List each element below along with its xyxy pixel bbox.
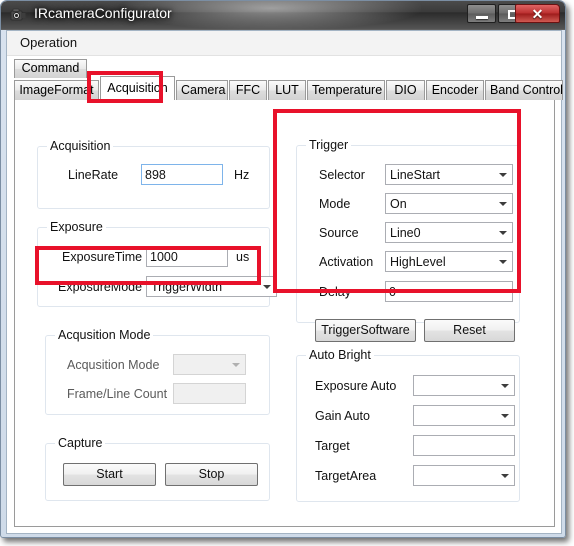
target-area-label: TargetArea (315, 469, 377, 483)
exposuremode-value: TriggerWidth (151, 280, 223, 294)
menu-item-operation[interactable]: Operation (20, 35, 77, 50)
trigger-source-value: Line0 (390, 226, 421, 240)
trigger-selector-combobox[interactable]: LineStart (385, 164, 513, 185)
minimize-button[interactable] (467, 4, 496, 23)
trigger-software-button[interactable]: TriggerSoftware (315, 319, 416, 342)
tab-command[interactable]: Command (14, 59, 87, 78)
trigger-delay-input[interactable]: 0 (385, 281, 513, 302)
tab-acquisition[interactable]: Acquisition (100, 76, 175, 100)
menu-bar: Operation (7, 31, 561, 56)
exposuretime-input[interactable]: 1000 (146, 246, 228, 267)
acquisition-mode-combobox[interactable] (173, 354, 246, 375)
chevron-down-icon (499, 173, 507, 177)
exposure-auto-label: Exposure Auto (315, 379, 397, 393)
linerate-label: LineRate (68, 168, 119, 182)
target-area-combobox[interactable] (413, 465, 515, 486)
frame-line-count-input[interactable] (173, 383, 246, 404)
exposuremode-label: ExposureMode (58, 280, 143, 294)
trigger-activation-combobox[interactable]: HighLevel (385, 251, 513, 272)
start-button[interactable]: Start (63, 463, 156, 486)
application-window: IRcameraConfigurator ✕ Operation Command… (0, 0, 566, 538)
tab-dio[interactable]: DIO (386, 80, 425, 100)
target-label: Target (315, 439, 350, 453)
chevron-down-icon (499, 231, 507, 235)
frame-line-count-label: Frame/Line Count (67, 387, 168, 401)
tab-band-control[interactable]: Band Control (485, 80, 563, 100)
group-capture-title: Capture (55, 436, 106, 450)
chevron-down-icon (501, 384, 509, 388)
group-capture: Capture Start Stop (45, 436, 270, 501)
exposure-auto-combobox[interactable] (413, 375, 515, 396)
tab-ffc[interactable]: FFC (229, 80, 267, 100)
stop-button[interactable]: Stop (165, 463, 258, 486)
group-exposure-title: Exposure (47, 220, 106, 234)
camera-icon (10, 8, 26, 21)
group-auto-bright: Auto Bright Exposure Auto Gain Auto Targ… (296, 348, 520, 502)
gain-auto-label: Gain Auto (315, 409, 370, 423)
chevron-down-icon (501, 414, 509, 418)
tab-imageformat[interactable]: ImageFormat (14, 80, 99, 100)
close-icon: ✕ (531, 6, 544, 22)
tab-encoder[interactable]: Encoder (426, 80, 484, 100)
tab-lut[interactable]: LUT (268, 80, 306, 100)
chevron-down-icon (499, 202, 507, 206)
trigger-activation-value: HighLevel (390, 255, 446, 269)
linerate-input[interactable]: 898 (141, 164, 223, 185)
chevron-down-icon (501, 474, 509, 478)
group-acquisition: Acquisition LineRate 898 Hz (37, 139, 270, 209)
chevron-down-icon (499, 260, 507, 264)
trigger-mode-value: On (390, 197, 407, 211)
group-trigger-title: Trigger (306, 138, 352, 152)
trigger-source-combobox[interactable]: Line0 (385, 222, 513, 243)
title-bar: IRcameraConfigurator ✕ (1, 1, 565, 30)
gain-auto-combobox[interactable] (413, 405, 515, 426)
exposuretime-unit-label: us (236, 250, 250, 264)
tab-temperature[interactable]: Temperature (307, 80, 385, 100)
exposuremode-combobox[interactable]: TriggerWidth (146, 276, 277, 297)
client-area: Operation Command ImageFormat Acquisitio… (6, 30, 563, 534)
tab-camera[interactable]: Camera (176, 80, 228, 100)
group-acquisition-mode: Acqusition Mode Acqusition Mode Frame/Li… (45, 328, 270, 415)
tab-strip: Command ImageFormat Acquisition Camera F… (14, 59, 563, 103)
target-input[interactable] (413, 435, 515, 456)
trigger-activation-label: Activation (319, 255, 374, 269)
trigger-reset-button[interactable]: Reset (424, 319, 515, 342)
trigger-selector-value: LineStart (390, 168, 441, 182)
tab-page-acquisition: Acquisition LineRate 898 Hz Exposure Exp… (14, 100, 555, 527)
group-auto-bright-title: Auto Bright (306, 348, 374, 362)
linerate-unit-label: Hz (234, 168, 250, 182)
trigger-selector-label: Selector (319, 168, 365, 182)
window-title: IRcameraConfigurator (34, 5, 172, 21)
trigger-source-label: Source (319, 226, 359, 240)
close-button[interactable]: ✕ (515, 4, 560, 23)
chevron-down-icon (263, 285, 271, 289)
exposuretime-label: ExposureTime (62, 250, 143, 264)
trigger-mode-label: Mode (319, 197, 351, 211)
acquisition-mode-label: Acqusition Mode (67, 358, 160, 372)
trigger-delay-label: Delay (319, 285, 351, 299)
group-acquisition-mode-title: Acqusition Mode (55, 328, 154, 342)
minimize-icon (476, 16, 488, 19)
group-exposure: Exposure ExposureTime 1000 us ExposureMo… (37, 220, 277, 307)
trigger-mode-combobox[interactable]: On (385, 193, 513, 214)
chevron-down-icon (232, 363, 240, 367)
group-trigger: Trigger Selector LineStart Mode On Sourc… (296, 138, 520, 342)
group-acquisition-title: Acquisition (47, 139, 114, 153)
